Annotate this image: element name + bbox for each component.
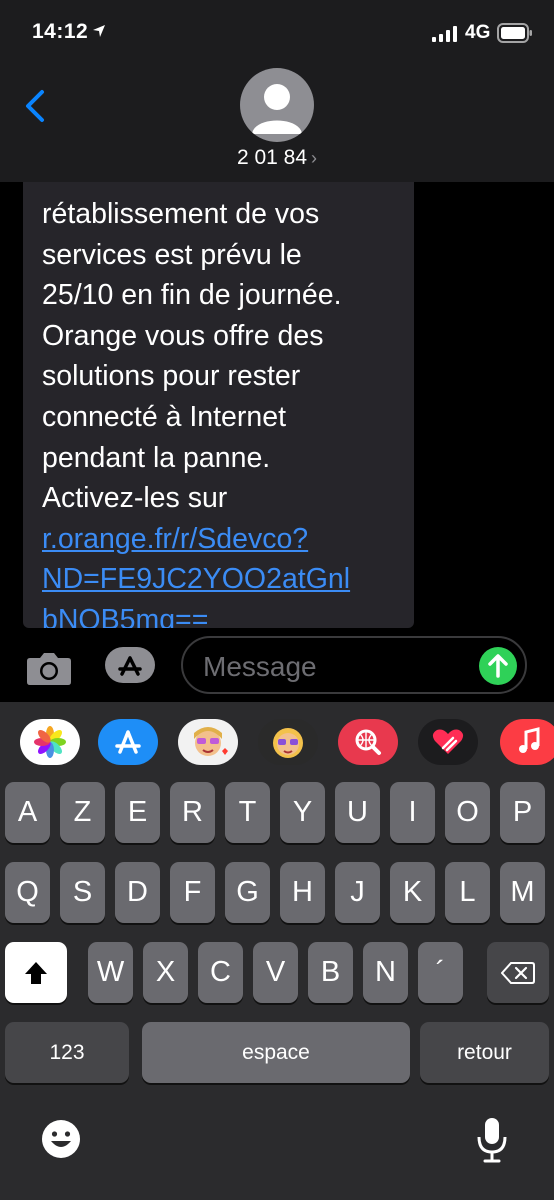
message-link[interactable]: r.orange.fr/r/Sdevco? ND=FE9JC2YOO2atGnl… <box>42 519 404 628</box>
key-i[interactable]: I <box>390 782 435 843</box>
message-list[interactable]: rétablissement de vos services est prévu… <box>0 182 554 628</box>
emoji-icon[interactable] <box>40 1118 82 1160</box>
key-h[interactable]: H <box>280 862 325 923</box>
person-silhouette-icon <box>252 84 302 134</box>
key-p[interactable]: P <box>500 782 545 843</box>
received-message-bubble[interactable]: rétablissement de vos services est prévu… <box>23 182 414 628</box>
camera-icon[interactable] <box>26 650 72 686</box>
keyboard-bottom-bar <box>0 1100 554 1200</box>
appstore-app-icon[interactable] <box>98 719 158 765</box>
key-c[interactable]: C <box>198 942 243 1003</box>
send-arrow-icon <box>488 654 508 678</box>
key-m[interactable]: M <box>500 862 545 923</box>
send-button[interactable] <box>479 647 517 685</box>
shift-arrow-icon <box>25 961 47 984</box>
key-b[interactable]: B <box>308 942 353 1003</box>
key-x[interactable]: X <box>143 942 188 1003</box>
imessage-app-strip <box>0 702 554 780</box>
contact-avatar[interactable] <box>240 68 314 142</box>
space-key[interactable]: espace <box>142 1022 410 1083</box>
key-u[interactable]: U <box>335 782 380 843</box>
battery-icon <box>497 23 532 43</box>
key-z[interactable]: Z <box>60 782 105 843</box>
message-placeholder: Message <box>203 651 317 682</box>
cellular-signal-icon <box>432 26 457 42</box>
contact-name-row[interactable]: 2 01 84 › <box>0 146 554 170</box>
photos-app-icon[interactable] <box>20 719 80 765</box>
key-g[interactable]: G <box>225 862 270 923</box>
contact-name: 2 01 84 <box>236 146 308 169</box>
heart-digital-touch-icon[interactable] <box>418 719 478 765</box>
message-input[interactable]: Message <box>181 636 527 694</box>
music-app-icon[interactable] <box>500 719 554 765</box>
shift-key[interactable] <box>5 942 67 1003</box>
compose-bar: Message <box>0 628 554 702</box>
key-a[interactable]: A <box>5 782 50 843</box>
key-t[interactable]: T <box>225 782 270 843</box>
key-d[interactable]: D <box>115 862 160 923</box>
memoji-stickers-icon[interactable] <box>178 719 238 765</box>
key-o[interactable]: O <box>445 782 490 843</box>
key-j[interactable]: J <box>335 862 380 923</box>
key-y[interactable]: Y <box>280 782 325 843</box>
network-type: 4G <box>465 22 491 43</box>
conversation-header: 2 01 84 › <box>0 64 554 182</box>
key-n[interactable]: N <box>363 942 408 1003</box>
back-chevron-icon[interactable] <box>20 86 50 126</box>
microphone-icon[interactable] <box>474 1116 510 1164</box>
key-l[interactable]: L <box>445 862 490 923</box>
memoji-icon[interactable] <box>258 719 318 765</box>
delete-key[interactable] <box>487 942 549 1003</box>
key-acute-accent[interactable]: ´ <box>418 942 463 1003</box>
backspace-icon <box>501 961 535 984</box>
status-bar: 14:12 4G <box>0 0 554 64</box>
location-arrow-icon <box>93 25 105 37</box>
numbers-key[interactable]: 123 <box>5 1022 129 1083</box>
key-w[interactable]: W <box>88 942 133 1003</box>
status-time: 14:12 <box>32 20 89 43</box>
key-k[interactable]: K <box>390 862 435 923</box>
key-s[interactable]: S <box>60 862 105 923</box>
app-store-drawer-icon[interactable] <box>104 646 156 684</box>
key-e[interactable]: E <box>115 782 160 843</box>
key-f[interactable]: F <box>170 862 215 923</box>
return-key[interactable]: retour <box>420 1022 549 1083</box>
web-search-icon[interactable] <box>338 719 398 765</box>
key-r[interactable]: R <box>170 782 215 843</box>
contact-chevron-icon: › <box>311 148 318 168</box>
key-q[interactable]: Q <box>5 862 50 923</box>
message-text: rétablissement de vos services est prévu… <box>42 198 342 515</box>
key-v[interactable]: V <box>253 942 298 1003</box>
